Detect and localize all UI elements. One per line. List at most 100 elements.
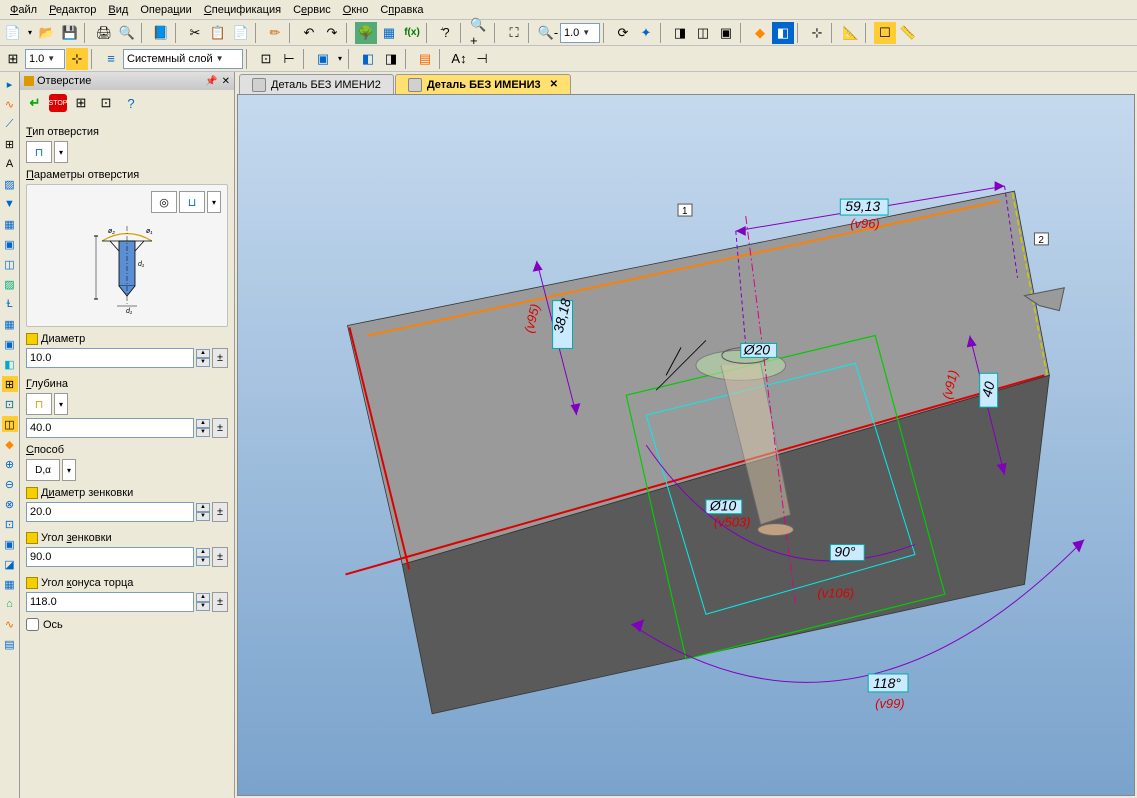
lt-cut-icon[interactable]: ◫ (2, 416, 18, 432)
axis2-button[interactable]: ⊢ (278, 48, 300, 70)
menu-service[interactable]: Сервис (287, 2, 337, 18)
lt-cube4-icon[interactable]: ◧ (2, 356, 18, 372)
depth-pm-button[interactable]: ± (212, 418, 228, 438)
redo-button[interactable]: ↷ (321, 22, 343, 44)
menu-window[interactable]: Окно (337, 2, 375, 18)
lt-block1-icon[interactable]: ▦ (2, 216, 18, 232)
plane-button[interactable]: ⊡ (255, 48, 277, 70)
color-button[interactable]: ◆ (749, 22, 771, 44)
menu-spec[interactable]: Спецификация (198, 2, 287, 18)
depth-input[interactable] (26, 418, 194, 438)
lt-grid-icon[interactable]: ⊞ (2, 136, 18, 152)
cs-diameter-pm-button[interactable]: ± (212, 502, 228, 522)
lt-op5-icon[interactable]: ▣ (2, 536, 18, 552)
zoom-in-button[interactable]: 🔍+ (469, 22, 491, 44)
hole-type-button[interactable]: ⊓ (26, 141, 52, 163)
depth-mode-dropdown-icon[interactable]: ▾ (54, 393, 68, 415)
scale-select[interactable]: 1.0 (25, 49, 65, 69)
lt-cube2-icon[interactable]: ▦ (2, 316, 18, 332)
lt-dim2-icon[interactable]: ⊡ (2, 396, 18, 412)
lt-curve2-icon[interactable]: Ɫ (2, 296, 18, 312)
lt-block3-icon[interactable]: ◫ (2, 256, 18, 272)
diameter-input[interactable] (26, 348, 194, 368)
grid-button[interactable]: ▦ (378, 22, 400, 44)
ruler-button[interactable]: 📏 (897, 22, 919, 44)
save-button[interactable]: 💾 (59, 22, 81, 44)
menu-operations[interactable]: Операции (134, 2, 197, 18)
wire-button[interactable]: ◫ (692, 22, 714, 44)
cs-angle-pm-button[interactable]: ± (212, 547, 228, 567)
dim-button[interactable]: A↕ (448, 48, 470, 70)
open-button[interactable]: 📂 (36, 22, 58, 44)
shade-button[interactable]: ▣ (715, 22, 737, 44)
cs-angle-input[interactable] (26, 547, 194, 567)
lt-op1-icon[interactable]: ⊕ (2, 456, 18, 472)
tip-angle-input[interactable] (26, 592, 194, 612)
body-drop-icon[interactable]: ▾ (335, 48, 345, 70)
shade2-button[interactable]: ◧ (772, 22, 794, 44)
iso-button[interactable]: ◨ (669, 22, 691, 44)
lt-mirror-icon[interactable]: ◪ (2, 556, 18, 572)
menu-editor[interactable]: Редактор (43, 2, 102, 18)
view1-button[interactable]: ◧ (357, 48, 379, 70)
lt-spline-icon[interactable]: ∿ (2, 616, 18, 632)
apply-button[interactable]: ↵ (24, 92, 46, 114)
lt-block2-icon[interactable]: ▣ (2, 236, 18, 252)
lt-filter-icon[interactable]: ▼ (2, 196, 18, 212)
undo-button[interactable]: ↶ (298, 22, 320, 44)
axis-button[interactable]: ✦ (635, 22, 657, 44)
region-button[interactable]: ⊡ (95, 92, 117, 114)
print-button[interactable]: 🖨 (93, 22, 115, 44)
lt-lib-icon[interactable]: ◆ (2, 436, 18, 452)
help-cursor-button[interactable]: ꜙ? (435, 22, 457, 44)
tab-close-icon[interactable]: ✕ (550, 79, 558, 90)
lt-dim1-icon[interactable]: ⊞ (2, 376, 18, 392)
cut-button[interactable]: ✂ (184, 22, 206, 44)
preview-button[interactable]: 🔍 (116, 22, 138, 44)
tip-angle-spinner[interactable]: ▲▼ (196, 593, 210, 611)
cs-diameter-input[interactable] (26, 502, 194, 522)
cs-diameter-spinner[interactable]: ▲▼ (196, 503, 210, 521)
diameter-pm-button[interactable]: ± (212, 348, 228, 368)
param-mode2-button[interactable]: ⊔ (179, 191, 205, 213)
param-mode1-button[interactable]: ◎ (151, 191, 177, 213)
hole-type-dropdown-icon[interactable]: ▾ (54, 141, 68, 163)
lt-cursor-icon[interactable]: ▸ (2, 76, 18, 92)
lt-curve-icon[interactable]: ∿ (2, 96, 18, 112)
lt-cube3-icon[interactable]: ▣ (2, 336, 18, 352)
lt-array-icon[interactable]: ▦ (2, 576, 18, 592)
lt-house-icon[interactable]: ⌂ (2, 596, 18, 612)
snap-button[interactable]: ⊹ (806, 22, 828, 44)
help-button[interactable]: ? (120, 92, 142, 114)
library-button[interactable]: 📘 (150, 22, 172, 44)
lt-op2-icon[interactable]: ⊖ (2, 476, 18, 492)
param-mode-dropdown-icon[interactable]: ▾ (207, 191, 221, 213)
dim2-button[interactable]: ⊣ (471, 48, 493, 70)
lt-line-icon[interactable]: ⟋ (2, 116, 18, 132)
zoom-select[interactable]: 1.0 (560, 23, 600, 43)
snap2-button[interactable]: ⊹ (66, 48, 88, 70)
viewport-3d[interactable]: 59,13 (v96) 38,18 (v95) Ø20 Ø10 (v503) (237, 94, 1135, 796)
pin-icon[interactable]: 📌 (205, 76, 217, 87)
anchor-button[interactable]: ⊞ (70, 92, 92, 114)
new-button[interactable]: 📄 (2, 22, 24, 44)
close-panel-icon[interactable]: ✕ (222, 76, 230, 87)
measure-button[interactable]: 📐 (840, 22, 862, 44)
brush-button[interactable]: ✏ (264, 22, 286, 44)
method-button[interactable]: D,α (26, 459, 60, 481)
tab-detail-1[interactable]: Деталь БЕЗ ИМЕНИ2 (239, 74, 394, 94)
cs-angle-spinner[interactable]: ▲▼ (196, 548, 210, 566)
new-dropdown-icon[interactable]: ▾ (25, 22, 35, 44)
lt-cube1-icon[interactable]: ▨ (2, 276, 18, 292)
tip-angle-pm-button[interactable]: ± (212, 592, 228, 612)
menu-view[interactable]: Вид (102, 2, 134, 18)
depth-spinner[interactable]: ▲▼ (196, 419, 210, 437)
rotate-button[interactable]: ⟳ (612, 22, 634, 44)
body-button[interactable]: ▣ (312, 48, 334, 70)
zoom-out-button[interactable]: 🔍- (537, 22, 559, 44)
view2-button[interactable]: ◨ (380, 48, 402, 70)
stop-button[interactable]: STOP (49, 94, 67, 112)
tab-detail-2[interactable]: Деталь БЕЗ ИМЕНИ3 ✕ (395, 74, 571, 94)
menu-help[interactable]: Справка (374, 2, 429, 18)
lt-op4-icon[interactable]: ⊡ (2, 516, 18, 532)
